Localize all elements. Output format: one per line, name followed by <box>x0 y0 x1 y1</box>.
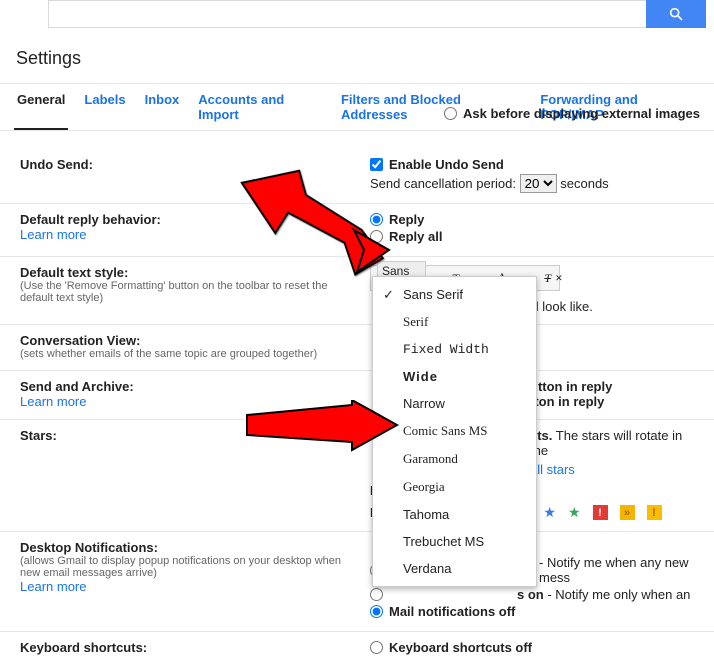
orange-arrow-icon[interactable]: » <box>620 505 635 520</box>
yellow-bang-icon[interactable]: ! <box>647 505 662 520</box>
font-option[interactable]: Georgia <box>373 473 536 501</box>
undo-send-label: Undo Send: <box>20 157 360 172</box>
search-icon <box>668 6 684 22</box>
remove-formatting-icon: T <box>544 271 551 286</box>
stars-label: Stars: <box>20 428 360 443</box>
font-option[interactable]: Garamond <box>373 445 536 473</box>
images-option-partial: Ask before displaying external images <box>444 106 700 121</box>
cancel-period-suffix: seconds <box>560 176 608 191</box>
font-option[interactable]: Verdana <box>373 555 536 582</box>
tab-inbox[interactable]: Inbox <box>142 84 183 130</box>
page-title: Settings <box>0 28 714 83</box>
text-style-sub: (Use the 'Remove Formatting' button on t… <box>20 280 360 304</box>
reply-all-radio[interactable] <box>370 230 383 243</box>
reply-all-option-label: Reply all <box>389 229 442 244</box>
notif-off-label: Mail notifications off <box>389 604 515 619</box>
font-dropdown[interactable]: Sans SerifSerifFixed WidthWideNarrowComi… <box>372 276 537 587</box>
notif-important-radio[interactable] <box>370 588 383 601</box>
conversation-view-sub: (sets whether emails of the same topic a… <box>20 348 360 360</box>
font-option[interactable]: Trebuchet MS <box>373 528 536 555</box>
ask-images-radio[interactable] <box>444 107 457 120</box>
stars-frag-text: The stars will rotate in the <box>530 428 682 458</box>
font-option[interactable]: Serif <box>373 308 536 336</box>
star-green-icon[interactable]: ★ <box>568 504 581 521</box>
cancel-period-prefix: Send cancellation period: <box>370 176 516 191</box>
font-option[interactable]: Comic Sans MS <box>373 417 536 445</box>
tab-labels[interactable]: Labels <box>81 84 128 130</box>
notif-important-prefix: s on <box>517 587 544 602</box>
reply-learn-more-link[interactable]: Learn more <box>20 227 360 242</box>
search-bar <box>48 0 706 28</box>
text-style-label: Default text style: <box>20 265 360 280</box>
font-option[interactable]: Fixed Width <box>373 336 536 363</box>
conversation-view-label: Conversation View: <box>20 333 360 348</box>
desktop-notif-sub: (allows Gmail to display popup notificat… <box>20 555 360 579</box>
send-archive-learn-link[interactable]: Learn more <box>20 394 360 409</box>
send-archive-opt2: tton in reply <box>530 394 702 409</box>
reply-radio[interactable] <box>370 213 383 226</box>
enable-undo-label: Enable Undo Send <box>389 157 504 172</box>
default-reply-label: Default reply behavior: <box>20 212 360 227</box>
reply-option-label: Reply <box>389 212 424 227</box>
search-button[interactable] <box>646 0 706 28</box>
desktop-notif-label: Desktop Notifications: <box>20 540 360 555</box>
red-bang-icon[interactable]: ! <box>593 505 608 520</box>
ask-images-label: Ask before displaying external images <box>463 106 700 121</box>
notif-off-radio[interactable] <box>370 605 383 618</box>
search-input[interactable] <box>48 0 646 28</box>
font-option[interactable]: Tahoma <box>373 501 536 528</box>
font-option[interactable]: Wide <box>373 363 536 390</box>
remove-formatting-button[interactable]: T✕ <box>539 268 567 289</box>
enable-undo-send-checkbox[interactable] <box>370 158 383 171</box>
cancel-period-select[interactable]: 20 <box>520 174 557 193</box>
desktop-notif-learn-link[interactable]: Learn more <box>20 579 360 594</box>
font-option[interactable]: Sans Serif <box>373 281 536 308</box>
send-archive-opt1: utton in reply <box>530 379 702 394</box>
tab-accounts[interactable]: Accounts and Import <box>195 84 325 130</box>
notif-important-label: - Notify me only when an <box>544 587 691 602</box>
tab-general[interactable]: General <box>14 84 68 130</box>
font-option[interactable]: Narrow <box>373 390 536 417</box>
star-blue-icon[interactable]: ★ <box>543 504 556 521</box>
send-archive-label: Send and Archive: <box>20 379 360 394</box>
